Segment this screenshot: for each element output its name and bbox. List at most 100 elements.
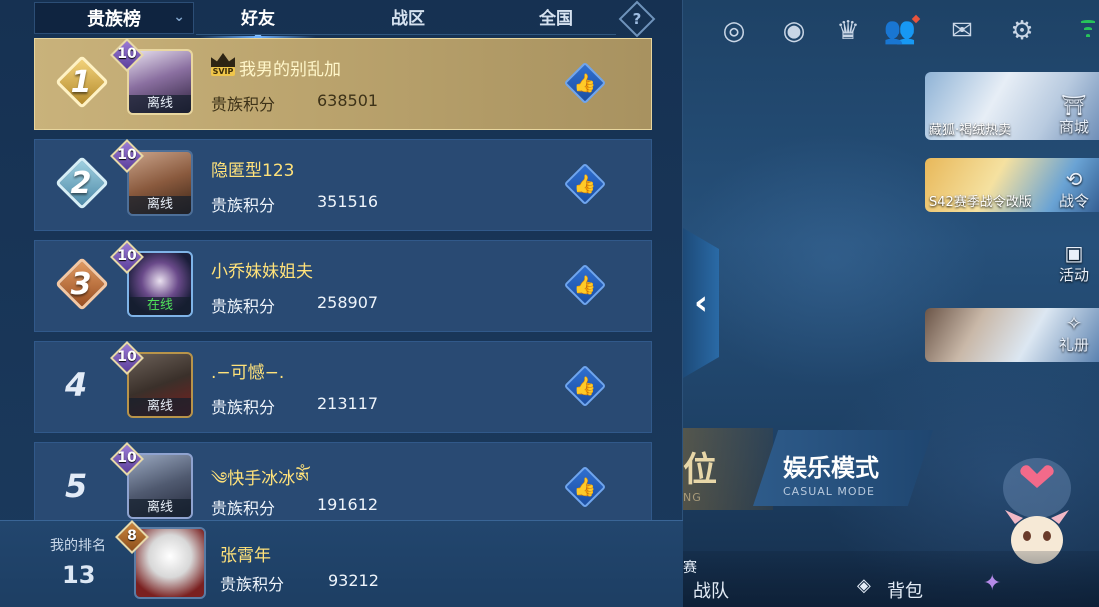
- score-value: 351516: [317, 192, 379, 211]
- game-lobby-background: ◎ ◉ ♛ 👥 ✉ ⚙ 藏狐·褐绒热卖 ⛩ 商城 S42赛季战令改版 ⟲ 战令 …: [683, 0, 1099, 607]
- score-value: 258907: [317, 293, 379, 312]
- tab-national[interactable]: 全国: [506, 4, 606, 34]
- rank-number: 3: [70, 267, 92, 302]
- online-status: 离线: [129, 196, 191, 214]
- pass-icon: ⟲: [1065, 167, 1083, 191]
- bag-button[interactable]: 背包: [887, 577, 923, 603]
- player-name: 小乔妹妹姐夫: [211, 262, 313, 282]
- score-label: 贵族积分: [220, 575, 285, 594]
- board-type-dropdown[interactable]: 贵族榜 ⌄: [34, 2, 194, 34]
- online-status: 离线: [129, 95, 191, 113]
- svip-crown-icon: SVIP: [211, 53, 235, 77]
- thumbs-up-icon[interactable]: 👍: [563, 364, 607, 408]
- top-icon-bar: ◎ ◉ ♛ 👥 ✉ ⚙: [683, 8, 1099, 52]
- shop-button[interactable]: ⛩ 商城: [1051, 94, 1097, 137]
- tab-region[interactable]: 战区: [358, 4, 458, 34]
- tab-divider: [196, 34, 616, 35]
- rank-badge-icon: 1: [51, 53, 111, 113]
- gift-book-label: 礼册: [1058, 336, 1089, 354]
- activity-label: 活动: [1058, 266, 1089, 284]
- eye-icon[interactable]: ◉: [777, 14, 811, 48]
- score-value: 638501: [317, 91, 379, 110]
- level-value: 10: [117, 248, 137, 264]
- rank-number: 1: [70, 65, 92, 100]
- score-value: 213117: [317, 394, 379, 413]
- leaderboard-row[interactable]: 2 离线 10 隐匿型123 贵族积分 351516 👍: [34, 139, 652, 231]
- score-label: 贵族积分: [211, 196, 276, 215]
- tab-friends-label: 好友: [241, 9, 275, 29]
- sword-icon[interactable]: ✦: [983, 571, 1001, 596]
- online-status: 离线: [129, 499, 191, 517]
- gift-icon: ✧: [1065, 311, 1083, 335]
- rank-badge-icon: 2: [51, 154, 111, 214]
- casual-mode-label: 娱乐模式: [783, 454, 879, 482]
- score-value: 93212: [328, 571, 379, 590]
- help-glyph: ?: [632, 10, 642, 28]
- score-label: 贵族积分: [211, 398, 276, 417]
- player-name: 我男的别乱加: [239, 60, 341, 80]
- level-gem-icon: 10: [109, 37, 145, 73]
- player-name: .−可憾−.: [211, 363, 285, 383]
- my-rank-bar: 我的排名 13 8 张霄年 贵族积分 93212: [0, 520, 683, 607]
- level-gem-icon: 8: [114, 519, 150, 555]
- casual-mode-sub: CASUAL MODE: [783, 485, 875, 498]
- battle-pass-button[interactable]: ⟲ 战令: [1051, 168, 1097, 211]
- level-value: 10: [117, 450, 137, 466]
- gift-book-button[interactable]: ✧ 礼册: [1051, 312, 1097, 355]
- collapse-arrow-icon[interactable]: ‹: [683, 228, 719, 378]
- help-icon[interactable]: ?: [618, 0, 656, 38]
- level-value: 10: [117, 349, 137, 365]
- score-label: 贵族积分: [211, 95, 276, 114]
- target-icon[interactable]: ◎: [717, 14, 751, 48]
- leaderboard-row[interactable]: 1 离线 10 SVIP 我男的别乱加 贵族积分 638501 👍: [34, 38, 652, 130]
- score-label: 贵族积分: [211, 297, 276, 316]
- mail-icon[interactable]: ✉: [945, 14, 979, 48]
- svip-badge-text: SVIP: [211, 67, 235, 76]
- bottom-partial-label: 赛: [683, 560, 697, 576]
- thumbs-up-icon[interactable]: 👍: [563, 61, 607, 105]
- battle-pass-label: 战令: [1058, 192, 1089, 210]
- board-type-label: 贵族榜: [87, 9, 141, 30]
- tab-friends[interactable]: 好友: [200, 4, 316, 42]
- bottom-nav-bar: 赛 战队 ◈ 背包 ✦: [683, 551, 1099, 607]
- settings-gear-icon[interactable]: ⚙: [1005, 14, 1039, 48]
- shop-icon: ⛩: [1061, 93, 1087, 117]
- ranked-mode-label: 位: [683, 450, 717, 490]
- level-gem-icon: 10: [109, 138, 145, 174]
- team-button[interactable]: 战队: [693, 577, 729, 603]
- rank-number: 4: [65, 366, 88, 404]
- rank-badge-icon: 3: [51, 255, 111, 315]
- activity-button[interactable]: ▣ 活动: [1051, 242, 1097, 285]
- bag-icon: ◈: [857, 575, 871, 596]
- leaderboard-row[interactable]: 3 在线 10 小乔妹妹姐夫 贵族积分 258907 👍: [34, 240, 652, 332]
- thumbs-up-icon[interactable]: 👍: [563, 162, 607, 206]
- online-status: 在线: [129, 297, 191, 315]
- tab-national-label: 全国: [539, 9, 573, 29]
- level-value: 8: [127, 528, 137, 544]
- chevron-down-icon: ⌄: [173, 9, 185, 25]
- score-label: 贵族积分: [211, 499, 276, 518]
- rank-number: 2: [70, 166, 92, 201]
- promo-caption: 藏狐·褐绒热卖: [929, 123, 1012, 138]
- level-gem-icon: 10: [109, 340, 145, 376]
- level-gem-icon: 10: [109, 441, 145, 477]
- my-rank-label: 我的排名: [50, 538, 106, 554]
- rank-number: 5: [65, 467, 88, 505]
- score-value: 191612: [317, 495, 379, 514]
- thumbs-up-icon[interactable]: 👍: [563, 263, 607, 307]
- level-gem-icon: 10: [109, 239, 145, 275]
- tab-region-label: 战区: [391, 9, 425, 29]
- casual-mode-button[interactable]: 娱乐模式 CASUAL MODE: [753, 430, 933, 506]
- activity-icon: ▣: [1064, 241, 1084, 265]
- trophy-icon[interactable]: ♛: [831, 14, 865, 48]
- level-value: 10: [117, 147, 137, 163]
- promo-caption: S42赛季战令改版: [929, 195, 1032, 210]
- wifi-icon: [1081, 18, 1095, 44]
- online-status: 离线: [129, 398, 191, 416]
- friends-icon[interactable]: 👥: [883, 14, 921, 48]
- player-name: 隐匿型123: [211, 161, 295, 181]
- thumbs-up-icon[interactable]: 👍: [563, 465, 607, 509]
- shop-label: 商城: [1058, 118, 1089, 136]
- leaderboard-row[interactable]: 4 离线 10 .−可憾−. 贵族积分 213117 👍: [34, 341, 652, 433]
- my-rank-number: 13: [62, 561, 96, 589]
